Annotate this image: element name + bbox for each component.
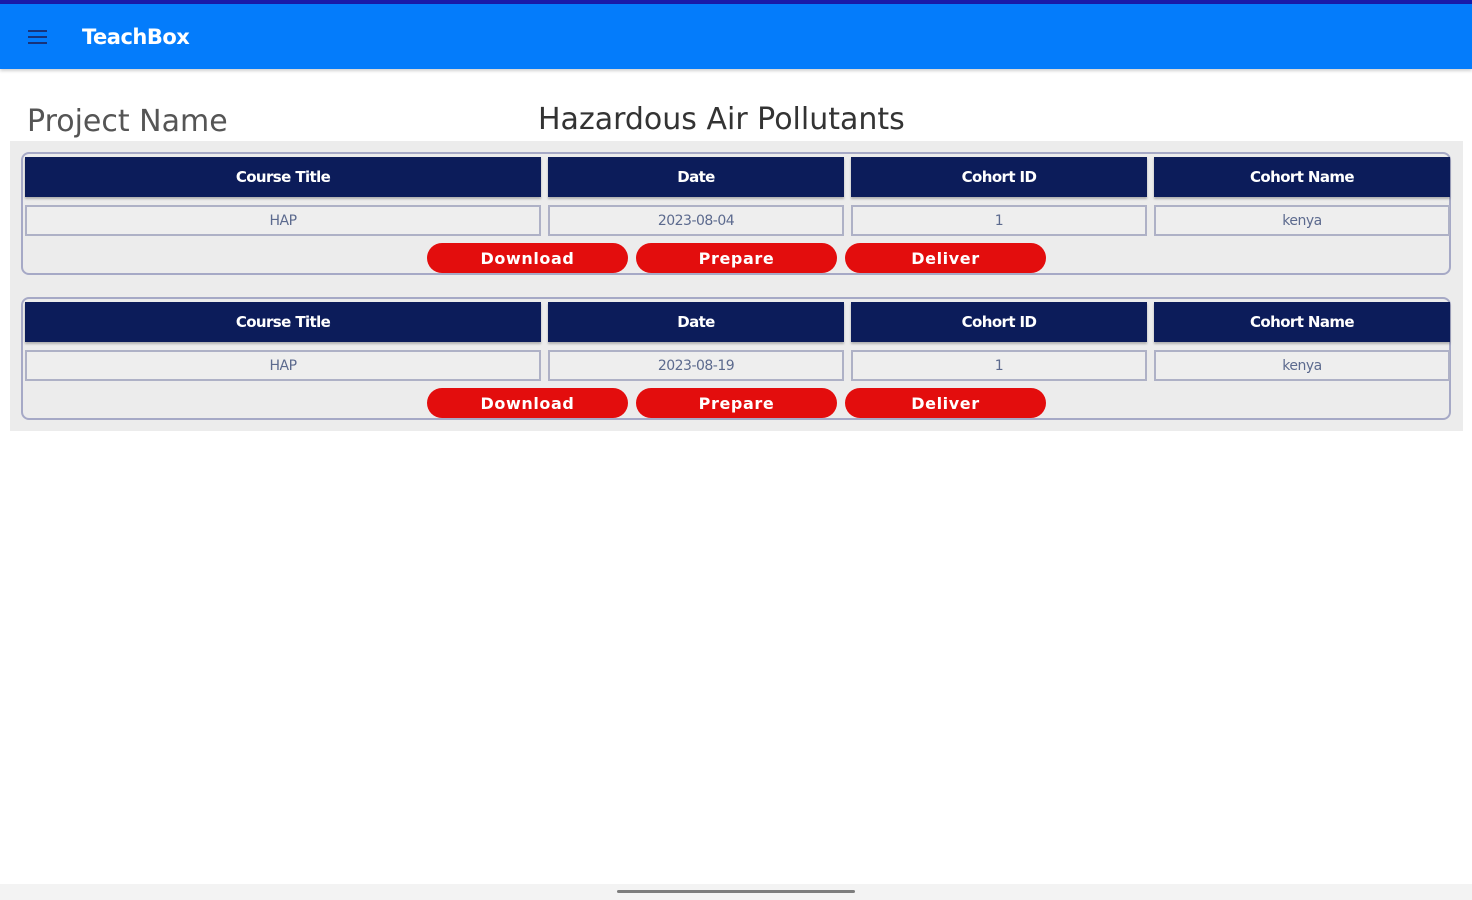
- cohort-id-value: 1: [851, 205, 1147, 236]
- app-title: TeachBox: [82, 25, 190, 49]
- project-name-value: Hazardous Air Pollutants: [538, 102, 905, 137]
- header-cohort-id: Cohort ID: [851, 157, 1147, 197]
- navigation-bar: [0, 884, 1472, 900]
- course-title-value: HAP: [25, 350, 541, 381]
- course-title-value: HAP: [25, 205, 541, 236]
- deliver-button[interactable]: Deliver: [845, 388, 1046, 418]
- header-course-title: Course Title: [25, 157, 541, 197]
- cohort-name-value: kenya: [1154, 350, 1450, 381]
- header-cohort-id: Cohort ID: [851, 302, 1147, 342]
- deliver-button[interactable]: Deliver: [845, 243, 1046, 273]
- header-course-title: Course Title: [25, 302, 541, 342]
- date-value: 2023-08-04: [548, 205, 844, 236]
- course-card: Course Title Date Cohort ID Cohort Name …: [21, 152, 1451, 275]
- header-cohort-name: Cohort Name: [1154, 302, 1450, 342]
- download-button[interactable]: Download: [427, 243, 628, 273]
- date-value: 2023-08-19: [548, 350, 844, 381]
- cohort-id-value: 1: [851, 350, 1147, 381]
- hamburger-menu-icon[interactable]: [28, 30, 47, 44]
- home-gesture-handle[interactable]: [617, 890, 855, 893]
- header-cohort-name: Cohort Name: [1154, 157, 1450, 197]
- download-button[interactable]: Download: [427, 388, 628, 418]
- cohort-name-value: kenya: [1154, 205, 1450, 236]
- header-date: Date: [548, 302, 844, 342]
- app-bar: TeachBox: [0, 4, 1472, 69]
- course-card: Course Title Date Cohort ID Cohort Name …: [21, 297, 1451, 420]
- prepare-button[interactable]: Prepare: [636, 243, 837, 273]
- project-name-label: Project Name: [27, 104, 228, 139]
- prepare-button[interactable]: Prepare: [636, 388, 837, 418]
- header-date: Date: [548, 157, 844, 197]
